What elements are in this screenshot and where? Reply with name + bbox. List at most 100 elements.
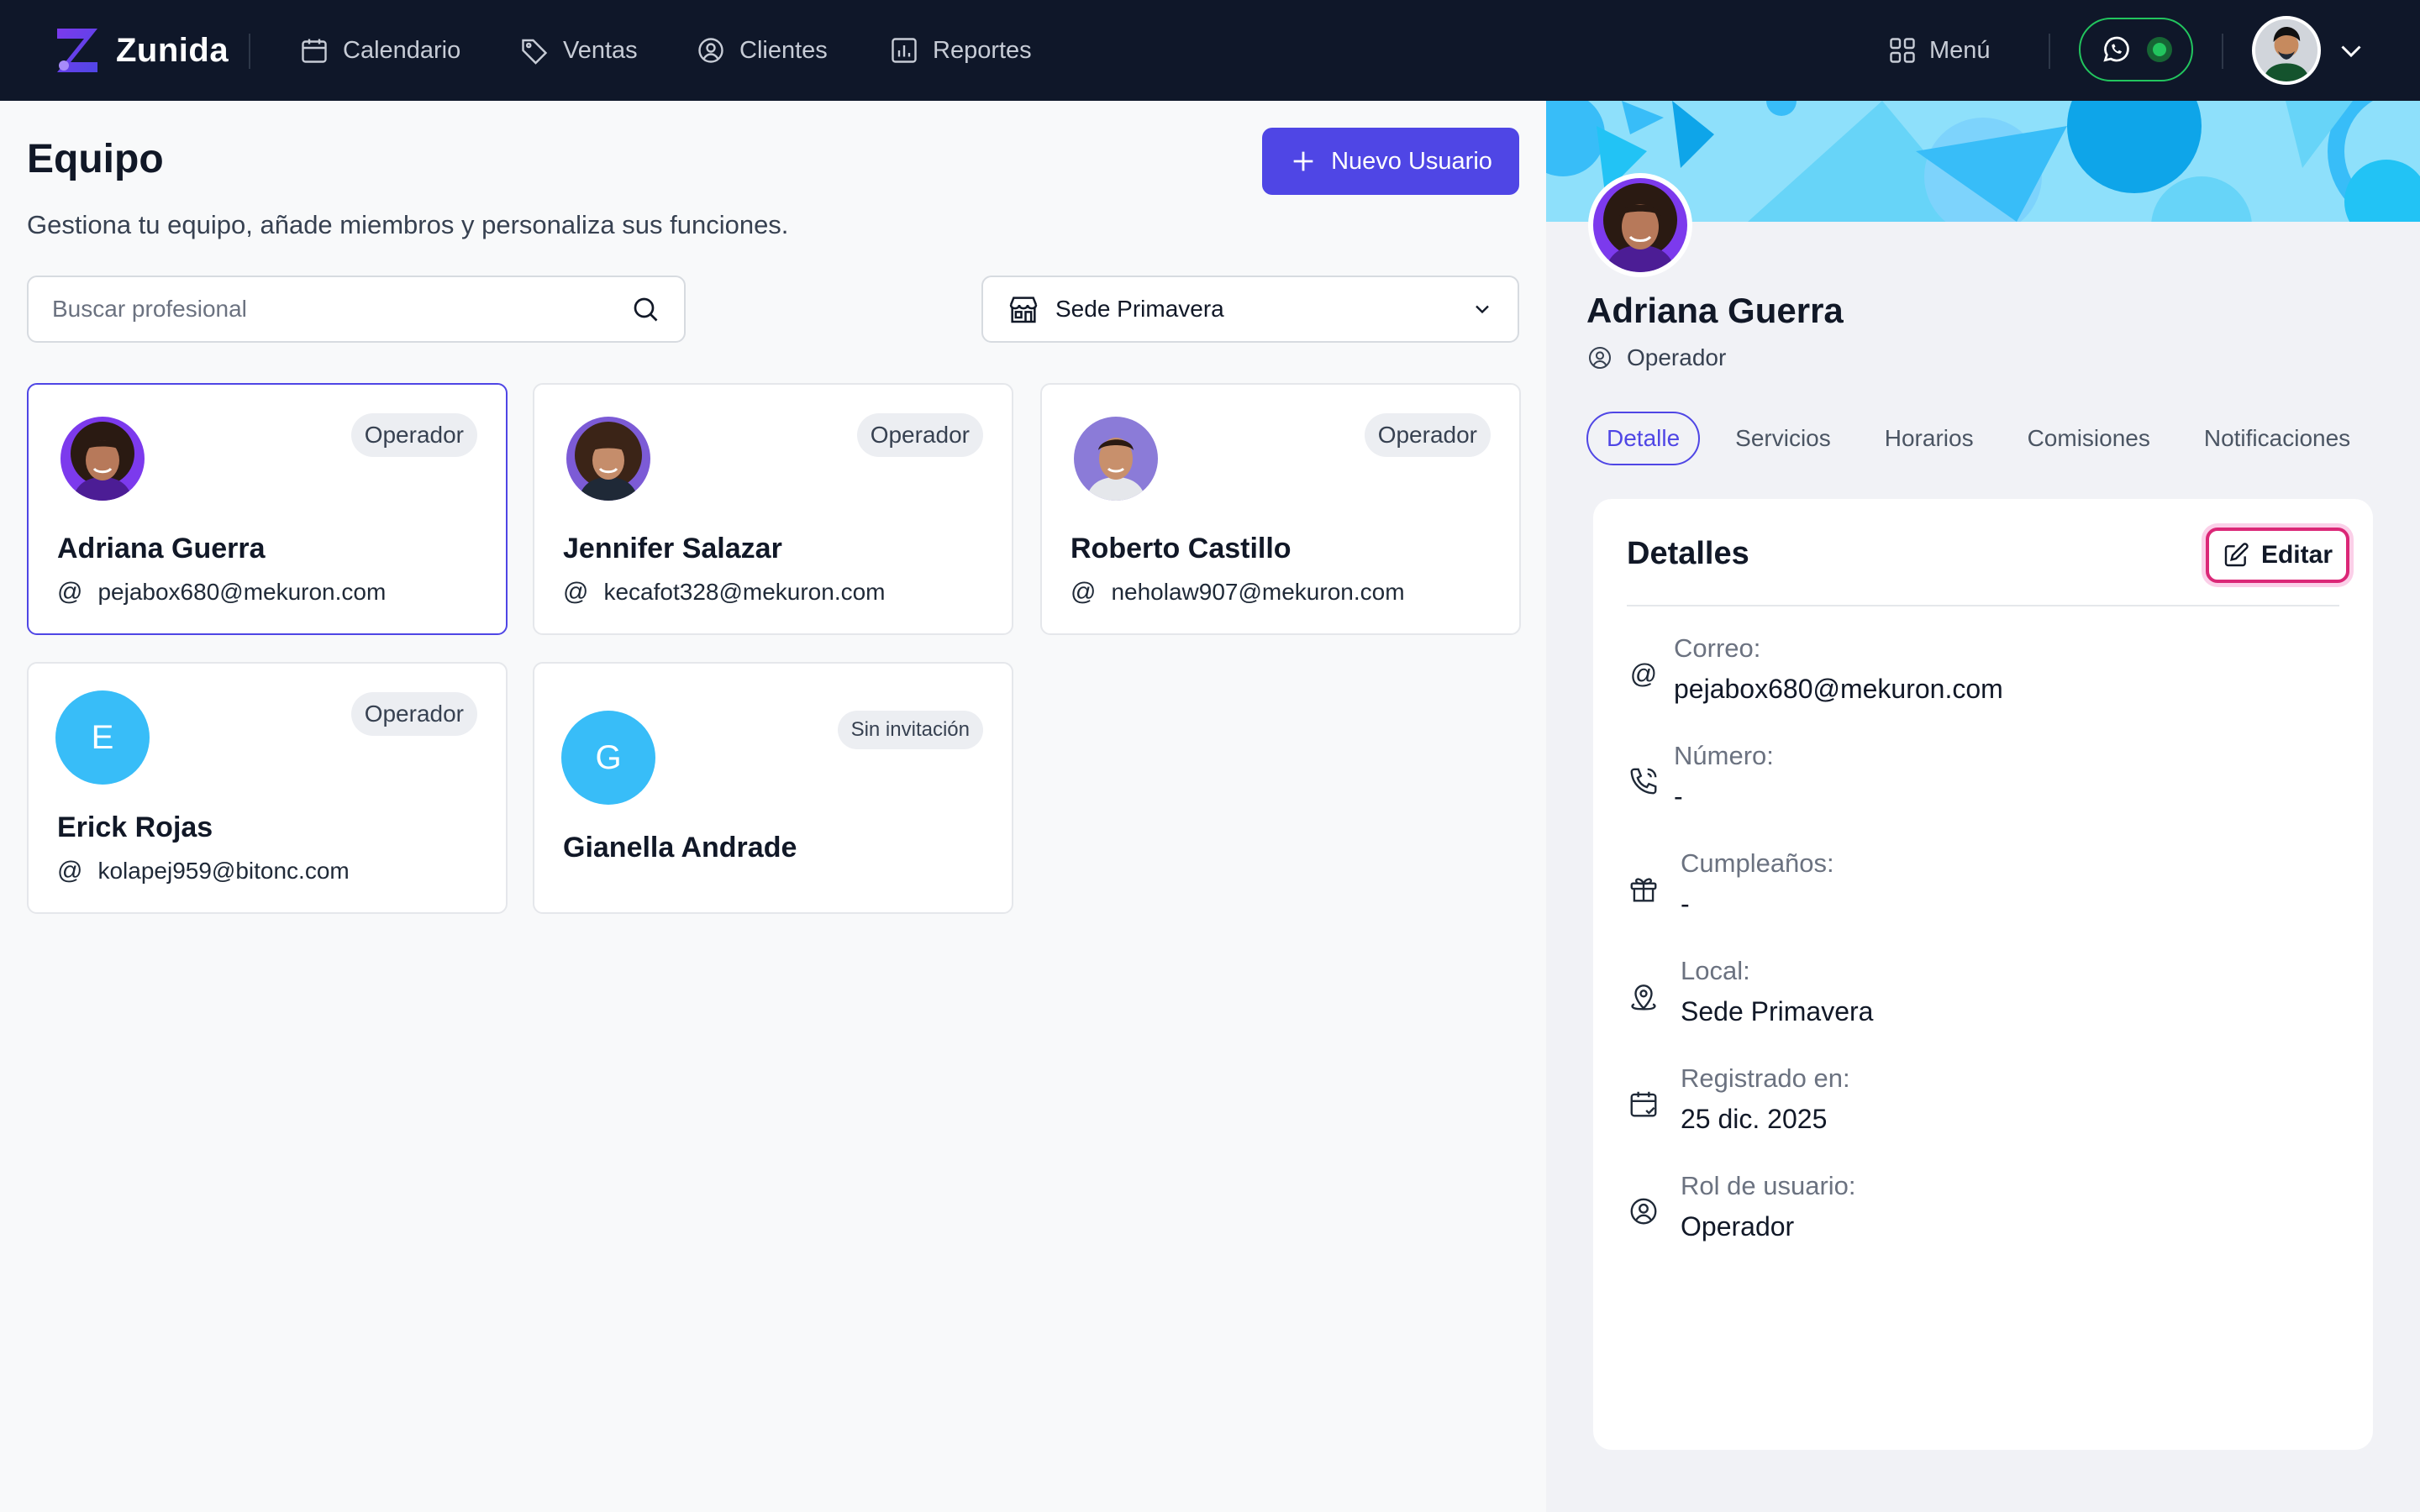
detail-label: Registrado en: <box>1681 1063 1850 1093</box>
edit-icon <box>2224 543 2249 567</box>
details-title: Detalles <box>1627 536 1749 571</box>
member-name: Jennifer Salazar <box>563 533 782 564</box>
member-card-roberto-castillo[interactable]: Operador Roberto Castillo @ neholaw907@m… <box>1040 383 1521 635</box>
nav-item-clientes[interactable]: Clientes <box>696 30 828 71</box>
search-input[interactable] <box>52 296 630 323</box>
tab-horarios[interactable]: Horarios <box>1866 412 1992 465</box>
detail-row-rol: Rol de usuario: Operador <box>1627 1171 2339 1255</box>
whatsapp-icon <box>2103 36 2129 62</box>
avatar-photo <box>2255 19 2317 81</box>
location-pin-icon <box>1627 979 1660 1013</box>
detail-value: Operador <box>1681 1211 1795 1242</box>
page-subtitle: Gestiona tu equipo, añade miembros y per… <box>27 210 789 239</box>
team-panel: Equipo Gestiona tu equipo, añade miembro… <box>0 101 1546 1512</box>
user-circle-icon <box>698 38 723 63</box>
avatar <box>566 417 650 501</box>
member-card-adriana-guerra[interactable]: Operador Adriana Guerra @ pejabox680@mek… <box>27 383 508 635</box>
detail-label: Correo: <box>1674 633 1761 663</box>
nav-item-label: Clientes <box>739 36 828 64</box>
gift-icon <box>1627 872 1660 906</box>
divider <box>1627 605 2339 606</box>
role-badge: Operador <box>1364 413 1491 457</box>
at-icon: @ <box>1071 578 1097 606</box>
profile-tabs: Detalle Servicios Horarios Comisiones No… <box>1586 412 2386 465</box>
grid-icon <box>1890 38 1915 63</box>
logo-icon <box>57 29 97 72</box>
nav-item-label: Reportes <box>933 36 1032 64</box>
detail-value: pejabox680@mekuron.com <box>1674 674 2003 704</box>
user-avatar[interactable] <box>2252 16 2321 85</box>
member-email-text: neholaw907@mekuron.com <box>1111 579 1405 605</box>
member-name: Roberto Castillo <box>1071 533 1292 564</box>
chevron-down-icon[interactable] <box>2336 35 2366 66</box>
detail-label: Cumpleaños: <box>1681 848 1834 878</box>
member-email: @ pejabox680@mekuron.com <box>57 578 386 606</box>
profile-avatar <box>1588 173 1692 277</box>
menu-label: Menú <box>1929 36 1991 64</box>
tab-servicios[interactable]: Servicios <box>1717 412 1849 465</box>
nav-item-calendario[interactable]: Calendario <box>299 30 460 71</box>
calendar-icon <box>302 39 327 63</box>
calendar-icon <box>1627 1087 1660 1121</box>
site-select-dropdown[interactable]: Sede Primavera <box>981 276 1519 343</box>
store-icon <box>1009 297 1038 323</box>
edit-label: Editar <box>2260 541 2333 569</box>
plus-icon <box>1293 151 1313 171</box>
phone-icon <box>1627 764 1660 798</box>
role-badge: Operador <box>856 413 983 457</box>
member-email: @ kolapej959@bitonc.com <box>57 857 350 885</box>
role-badge: Operador <box>350 692 477 736</box>
app-logo[interactable]: Zunida <box>54 25 229 76</box>
nav-item-reportes[interactable]: Reportes <box>889 30 1032 71</box>
avatar-photo <box>1074 417 1158 501</box>
detail-value: Sede Primavera <box>1681 996 1874 1026</box>
role-badge: Operador <box>350 413 477 457</box>
member-card-erick-rojas[interactable]: E Operador Erick Rojas @ kolapej959@bito… <box>27 662 508 914</box>
tag-icon <box>522 39 548 65</box>
at-icon: @ <box>57 857 83 885</box>
detail-row-cumpleanos: Cumpleaños: - <box>1627 848 2339 932</box>
avatar <box>60 417 145 501</box>
top-navigation-bar: Zunida Calendario Ventas Clientes Report… <box>0 0 2420 101</box>
avatar: G <box>561 711 655 805</box>
avatar-photo <box>60 417 145 501</box>
app-name: Zunida <box>116 31 229 69</box>
whatsapp-status-button[interactable] <box>2079 18 2193 81</box>
tab-notificaciones[interactable]: Notificaciones <box>2186 412 2369 465</box>
search-icon[interactable] <box>630 294 660 324</box>
detail-row-correo: @ Correo: pejabox680@mekuron.com <box>1627 633 2339 717</box>
menu-button[interactable]: Menú <box>1887 30 1991 71</box>
profile-role-text: Operador <box>1627 344 1727 370</box>
member-card-gianella-andrade[interactable]: G Sin invitación Gianella Andrade <box>533 662 1013 914</box>
chevron-down-icon <box>1476 305 1489 314</box>
page-title: Equipo <box>27 137 164 181</box>
detail-row-local: Local: Sede Primavera <box>1627 956 2339 1040</box>
detail-label: Local: <box>1681 956 1750 985</box>
profile-role: Operador <box>1586 344 1726 371</box>
member-name: Erick Rojas <box>57 811 213 843</box>
detail-row-registrado: Registrado en: 25 dic. 2025 <box>1627 1063 2339 1147</box>
tab-comisiones[interactable]: Comisiones <box>2009 412 2169 465</box>
member-card-jennifer-salazar[interactable]: Operador Jennifer Salazar @ kecafot328@m… <box>533 383 1013 635</box>
detail-row-numero: Número: - <box>1627 741 2339 825</box>
new-user-button[interactable]: Nuevo Usuario <box>1262 128 1519 195</box>
nav-divider <box>2222 34 2223 69</box>
tab-detalle[interactable]: Detalle <box>1586 412 1701 465</box>
detail-value: - <box>1681 889 1690 919</box>
at-icon: @ <box>563 578 589 606</box>
member-email: @ neholaw907@mekuron.com <box>1071 578 1405 606</box>
profile-name: Adriana Guerra <box>1586 291 1844 330</box>
member-email: @ kecafot328@mekuron.com <box>563 578 886 606</box>
member-email-text: pejabox680@mekuron.com <box>97 579 387 605</box>
detail-label: Rol de usuario: <box>1681 1171 1856 1200</box>
nav-item-ventas[interactable]: Ventas <box>519 30 638 71</box>
user-circle-icon <box>1627 1194 1660 1228</box>
at-icon: @ <box>1629 658 1658 689</box>
detail-value: - <box>1674 781 1683 811</box>
member-name: Adriana Guerra <box>57 533 266 564</box>
member-email-text: kolapej959@bitonc.com <box>97 858 350 884</box>
invitation-status-badge: Sin invitación <box>837 711 983 749</box>
edit-button[interactable]: Editar <box>2205 528 2349 583</box>
details-card: Detalles Editar @ Correo: pejabox680@mek… <box>1593 499 2373 1450</box>
detail-label: Número: <box>1674 741 1774 770</box>
